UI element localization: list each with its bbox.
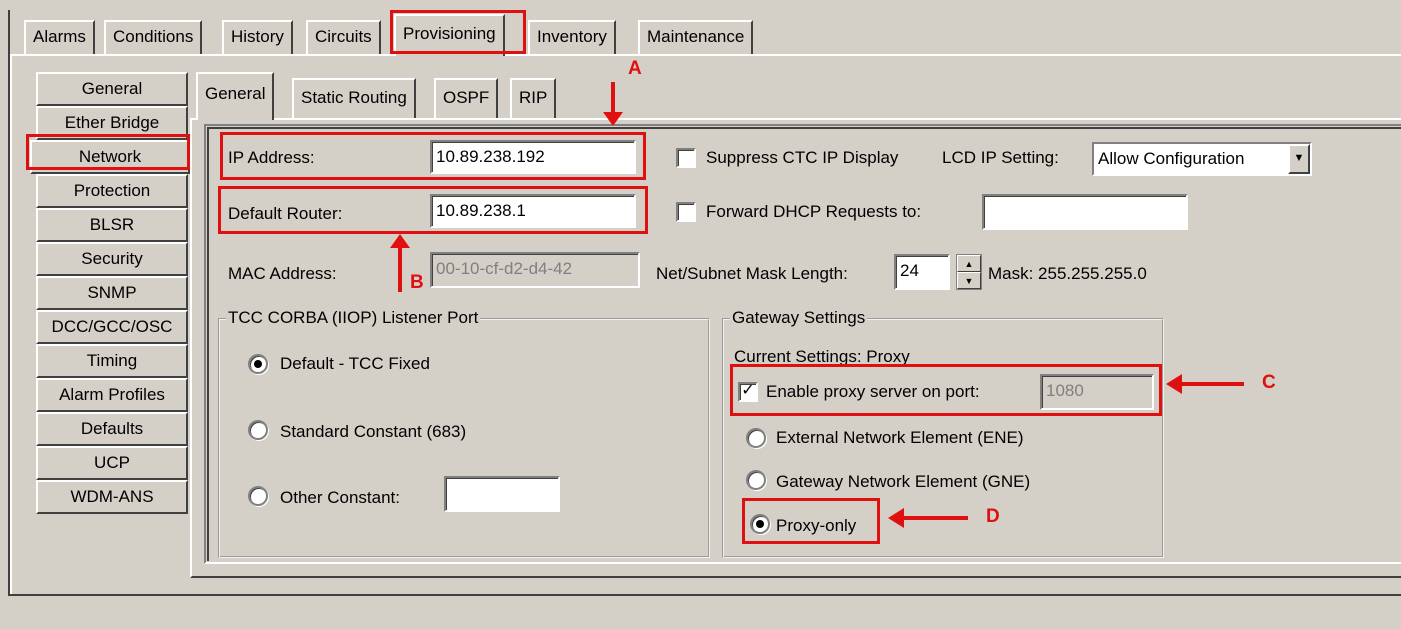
side-ucp[interactable]: UCP xyxy=(36,446,188,480)
inner-tab-ospf[interactable]: OSPF xyxy=(434,78,499,118)
corba-other-field[interactable] xyxy=(444,476,560,512)
mask-length-label: Net/Subnet Mask Length: xyxy=(656,264,848,283)
subnet-mask-text: Mask: 255.255.255.0 xyxy=(988,264,1147,283)
side-defaults[interactable]: Defaults xyxy=(36,412,188,446)
tab-inventory[interactable]: Inventory xyxy=(528,20,616,54)
callout-d-arrow xyxy=(904,516,968,520)
callout-c-arrow xyxy=(1180,382,1244,386)
enable-proxy-checkbox[interactable]: ✓ xyxy=(738,382,758,402)
side-network[interactable]: Network xyxy=(30,140,190,174)
ip-address-label: IP Address: xyxy=(228,148,315,167)
chevron-down-icon[interactable]: ▼ xyxy=(1288,144,1310,174)
arrow-up-icon xyxy=(390,234,410,248)
corba-default-label: Default - TCC Fixed xyxy=(280,354,430,373)
side-alarm-profiles[interactable]: Alarm Profiles xyxy=(36,378,188,412)
tab-alarms[interactable]: Alarms xyxy=(24,20,95,54)
lcd-ip-label: LCD IP Setting: xyxy=(942,148,1059,167)
tab-provisioning[interactable]: Provisioning xyxy=(394,14,505,56)
enable-proxy-label: Enable proxy server on port: xyxy=(766,382,980,401)
default-router-label: Default Router: xyxy=(228,204,343,223)
side-protection[interactable]: Protection xyxy=(36,174,188,208)
corba-standard-radio[interactable] xyxy=(248,420,268,440)
mask-length-stepper[interactable]: ▲ ▼ xyxy=(956,254,982,290)
corba-default-radio[interactable] xyxy=(248,354,268,374)
gne-radio[interactable] xyxy=(746,470,766,490)
mac-address-label: MAC Address: xyxy=(228,264,337,283)
proxy-port-field: 1080 xyxy=(1040,374,1154,410)
forward-dhcp-label: Forward DHCP Requests to: xyxy=(706,202,922,221)
tab-conditions[interactable]: Conditions xyxy=(104,20,203,54)
corba-group-title: TCC CORBA (IIOP) Listener Port xyxy=(226,308,481,328)
spin-down-icon[interactable]: ▼ xyxy=(957,272,981,289)
arrow-left-icon xyxy=(888,508,904,528)
lcd-ip-select[interactable]: Allow Configuration ▼ xyxy=(1092,142,1312,176)
arrow-left-icon xyxy=(1166,374,1182,394)
ene-radio[interactable] xyxy=(746,428,766,448)
tab-circuits[interactable]: Circuits xyxy=(306,20,381,54)
side-ether-bridge[interactable]: Ether Bridge xyxy=(36,106,188,140)
mask-length-field[interactable]: 24 xyxy=(894,254,950,290)
inner-tab-general[interactable]: General xyxy=(196,72,275,120)
side-general[interactable]: General xyxy=(36,72,188,106)
ip-address-field[interactable]: 10.89.238.192 xyxy=(430,140,636,174)
side-security[interactable]: Security xyxy=(36,242,188,276)
status-area xyxy=(0,598,1401,629)
spin-up-icon[interactable]: ▲ xyxy=(957,255,981,272)
tab-maintenance[interactable]: Maintenance xyxy=(638,20,754,54)
suppress-ip-label: Suppress CTC IP Display xyxy=(706,148,899,167)
callout-c: C xyxy=(1262,372,1276,393)
gne-label: Gateway Network Element (GNE) xyxy=(776,472,1031,491)
side-blsr[interactable]: BLSR xyxy=(36,208,188,242)
dhcp-server-field[interactable] xyxy=(982,194,1188,230)
side-dcc-gcc-osc[interactable]: DCC/GCC/OSC xyxy=(36,310,188,344)
corba-other-label: Other Constant: xyxy=(280,488,401,507)
suppress-ip-checkbox[interactable] xyxy=(676,148,696,168)
callout-b-arrow xyxy=(398,246,402,292)
callout-a: A xyxy=(628,58,642,79)
arrow-down-icon xyxy=(603,112,623,126)
side-timing[interactable]: Timing xyxy=(36,344,188,378)
tab-history[interactable]: History xyxy=(222,20,293,54)
gateway-group-title: Gateway Settings xyxy=(730,308,868,328)
proxy-only-label: Proxy-only xyxy=(776,516,857,535)
side-wdm-ans[interactable]: WDM-ANS xyxy=(36,480,188,514)
ene-label: External Network Element (ENE) xyxy=(776,428,1024,447)
inner-tab-rip[interactable]: RIP xyxy=(510,78,557,118)
corba-other-radio[interactable] xyxy=(248,486,268,506)
default-router-field[interactable]: 10.89.238.1 xyxy=(430,194,636,228)
side-snmp[interactable]: SNMP xyxy=(36,276,188,310)
callout-d: D xyxy=(986,506,1000,527)
panel-edge-bottom xyxy=(8,594,1401,596)
proxy-only-radio[interactable] xyxy=(750,514,770,534)
forward-dhcp-checkbox[interactable] xyxy=(676,202,696,222)
lcd-ip-value: Allow Configuration xyxy=(1098,149,1245,168)
gateway-current-settings: Current Settings: Proxy xyxy=(734,347,910,366)
corba-standard-label: Standard Constant (683) xyxy=(280,422,467,441)
mac-address-field: 00-10-cf-d2-d4-42 xyxy=(430,252,640,288)
callout-b: B xyxy=(410,272,424,293)
inner-tab-static-routing[interactable]: Static Routing xyxy=(292,78,416,118)
callout-a-arrow xyxy=(611,82,615,116)
